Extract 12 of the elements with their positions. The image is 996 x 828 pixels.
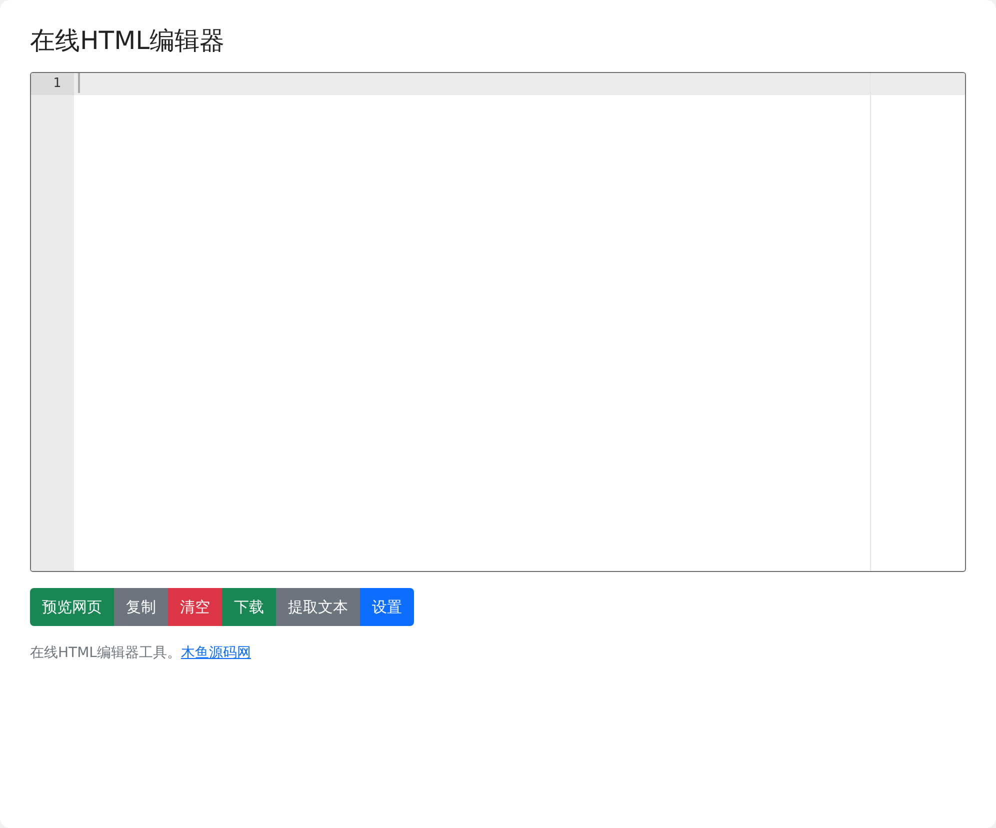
text-cursor	[78, 73, 80, 93]
footer-link[interactable]: 木鱼源码网	[180, 644, 251, 662]
toolbar-button[interactable]: 提取文本	[276, 588, 360, 626]
code-editor[interactable]: 1	[30, 72, 966, 572]
toolbar-button[interactable]: 设置	[360, 588, 414, 626]
toolbar-button[interactable]: 下载	[222, 588, 276, 626]
toolbar-button[interactable]: 预览网页	[30, 588, 114, 626]
toolbar-button[interactable]: 复制	[114, 588, 168, 626]
line-number: 1	[31, 73, 74, 95]
page-title: 在线HTML编辑器	[30, 25, 226, 57]
footer-text: 在线HTML编辑器工具。	[30, 644, 181, 662]
toolbar-button[interactable]: 清空	[168, 588, 222, 626]
